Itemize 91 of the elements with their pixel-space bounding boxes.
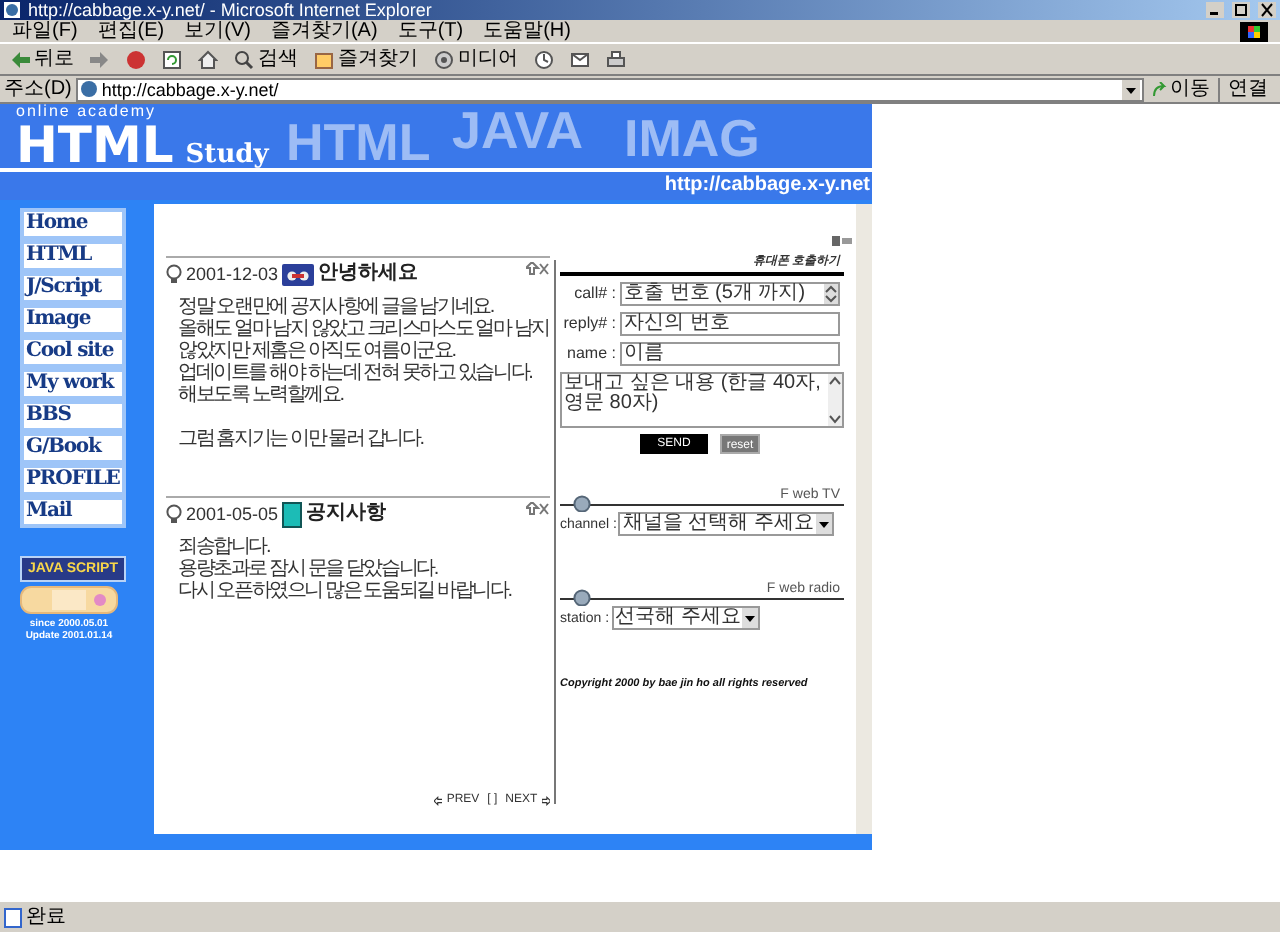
mail-icon: [570, 49, 590, 69]
lightbulb-icon: [166, 504, 182, 524]
post-text: 다시 오픈하였으니 많은 도움되길 바랍니다.: [178, 580, 511, 602]
minimize-icon: [1206, 2, 1224, 18]
left-arrow-icon: [434, 793, 443, 807]
windows-logo-icon: [1240, 21, 1268, 41]
band-aid-icon: [20, 586, 118, 614]
nav-link[interactable]: Image: [20, 304, 126, 336]
scrollbar[interactable]: [856, 204, 872, 834]
browser-icon: [4, 2, 20, 18]
right-arrow-icon: [541, 793, 550, 807]
printer-icon: [606, 49, 626, 69]
move-close-icon: [526, 502, 550, 516]
spinner-icon: [824, 284, 838, 304]
toolbar-button[interactable]: 뒤로: [8, 45, 76, 73]
nav-link[interactable]: HTML: [20, 240, 126, 272]
page-icon: [4, 907, 22, 927]
toolbar-button[interactable]: [604, 45, 628, 73]
post-text: 용량초과로 잠시 문을 닫았습니다.: [178, 558, 438, 580]
post-date: 2001-12-03: [186, 264, 279, 284]
site-url: http://cabbage.x-y.net: [664, 174, 870, 198]
field-label: call# :: [572, 284, 618, 304]
cassette-icon: [282, 263, 315, 285]
stop-icon: [126, 49, 146, 69]
toolbar-button[interactable]: 즐겨찾기: [312, 45, 420, 73]
message-field[interactable]: 보내고 싶은 내용 (한글 40자, 영문 80자): [560, 372, 844, 428]
move-close-icon: [526, 262, 550, 276]
toolbar-button[interactable]: [160, 45, 184, 73]
toolbar-button[interactable]: 검색: [232, 45, 300, 73]
post-text: 해보도록 노력할께요.: [178, 384, 343, 406]
clock-icon: [534, 49, 554, 69]
nav-link[interactable]: Cool site: [20, 336, 126, 368]
page-icon: [79, 80, 98, 98]
site-logo: HTML: [16, 122, 174, 170]
menu-item[interactable]: 도구(T): [397, 19, 464, 43]
links-button[interactable]: 연결: [1218, 77, 1276, 101]
status-text: 완료: [26, 905, 66, 929]
nav-link[interactable]: J/Script: [20, 272, 126, 304]
post-text: 업데이트를 해야 하는데 전혀 못하고 있습니다.: [178, 362, 532, 384]
folder-icon: [314, 49, 334, 69]
back-arrow-icon: [10, 49, 30, 69]
toolbar-button[interactable]: 미디어: [432, 45, 520, 73]
nav-link[interactable]: PROFILE: [20, 464, 126, 496]
maximize-icon: [1232, 2, 1250, 18]
channel-select[interactable]: 채널을 선택해 주세요: [618, 512, 834, 536]
tagline: online academy: [16, 104, 157, 120]
nav-link[interactable]: My work: [20, 368, 126, 400]
post-date: 2001-05-05: [186, 504, 279, 524]
home-icon: [198, 49, 218, 69]
menu-item[interactable]: 파일(F): [12, 19, 78, 43]
scroll-arrows-icon: [828, 374, 842, 426]
post-text: 올해도 얼마 남지 않았고 크리스마스도 얼마 남지: [178, 318, 549, 340]
nav-link[interactable]: BBS: [20, 400, 126, 432]
banner-word: HTML: [286, 116, 431, 168]
call-number-field[interactable]: 호출 번호 (5개 까지): [620, 282, 840, 306]
post-text: 않았지만 제홈은 아직도 여름이군요.: [178, 340, 455, 362]
toolbar-button[interactable]: [124, 45, 148, 73]
menu-item[interactable]: 도움말(H): [483, 19, 571, 43]
disc-icon: [434, 49, 454, 69]
close-icon: [1258, 2, 1276, 18]
menu-item[interactable]: 즐겨찾기(A): [270, 19, 378, 43]
menu-item[interactable]: 편집(E): [97, 19, 165, 43]
banner-word: JAVA: [452, 104, 583, 156]
lightbulb-icon: [166, 264, 182, 284]
text-field[interactable]: 이름: [620, 342, 840, 366]
address-field[interactable]: http://cabbage.x-y.net/: [75, 77, 1144, 101]
site-logo-subtitle: Study: [185, 142, 269, 170]
refresh-icon: [162, 49, 182, 69]
toolbar-button[interactable]: [196, 45, 220, 73]
banner-word: IMAG: [624, 112, 760, 164]
post-title[interactable]: 공지사항: [306, 502, 387, 526]
post-text: 정말 오랜만에 공지사항에 글을 남기네요.: [178, 296, 493, 318]
channel-select[interactable]: 선국해 주세요: [611, 606, 761, 630]
forward-arrow-icon: [90, 49, 110, 69]
go-button[interactable]: 이동: [1148, 77, 1214, 101]
go-arrow-icon: [1152, 81, 1168, 97]
post-text: 죄송합니다.: [178, 536, 270, 558]
book-icon: [282, 501, 303, 527]
toolbar-button[interactable]: [532, 45, 556, 73]
nav-link[interactable]: G/Book: [20, 432, 126, 464]
post-text: 그럼 홈지기는 이만 물러 갑니다.: [178, 428, 423, 450]
post-title[interactable]: 안녕하세요: [318, 262, 419, 286]
field-label: reply# :: [561, 314, 618, 334]
search-icon: [234, 49, 254, 69]
field-label: name :: [565, 344, 618, 364]
window-title: http://cabbage.x-y.net/ - Microsoft Internet Explorer: [28, 0, 434, 20]
nav-link[interactable]: Mail: [20, 496, 126, 528]
menu-item[interactable]: 보기(V): [184, 19, 251, 43]
address-label: 주소(D): [4, 77, 72, 101]
nav-link[interactable]: Home: [20, 208, 126, 240]
text-field[interactable]: 자신의 번호: [620, 312, 840, 336]
